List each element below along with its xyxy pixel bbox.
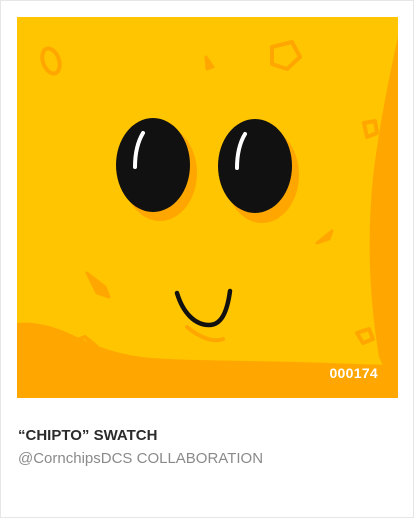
- right-eye: [218, 119, 292, 213]
- collection-label: COLLABORATION: [136, 450, 264, 467]
- creator-handle-link[interactable]: @CornchipsDCS: [18, 450, 132, 467]
- chip-face-illustration: [17, 17, 398, 398]
- nft-card[interactable]: 000174 “CHIPTO” SWATCH @CornchipsDCS COL…: [0, 0, 414, 518]
- artwork[interactable]: 000174: [17, 17, 398, 398]
- item-subtitle: @CornchipsDCS COLLABORATION: [18, 450, 263, 467]
- item-title[interactable]: “CHIPTO” SWATCH: [18, 427, 157, 444]
- edition-number: 000174: [329, 365, 378, 381]
- left-eye: [116, 118, 190, 212]
